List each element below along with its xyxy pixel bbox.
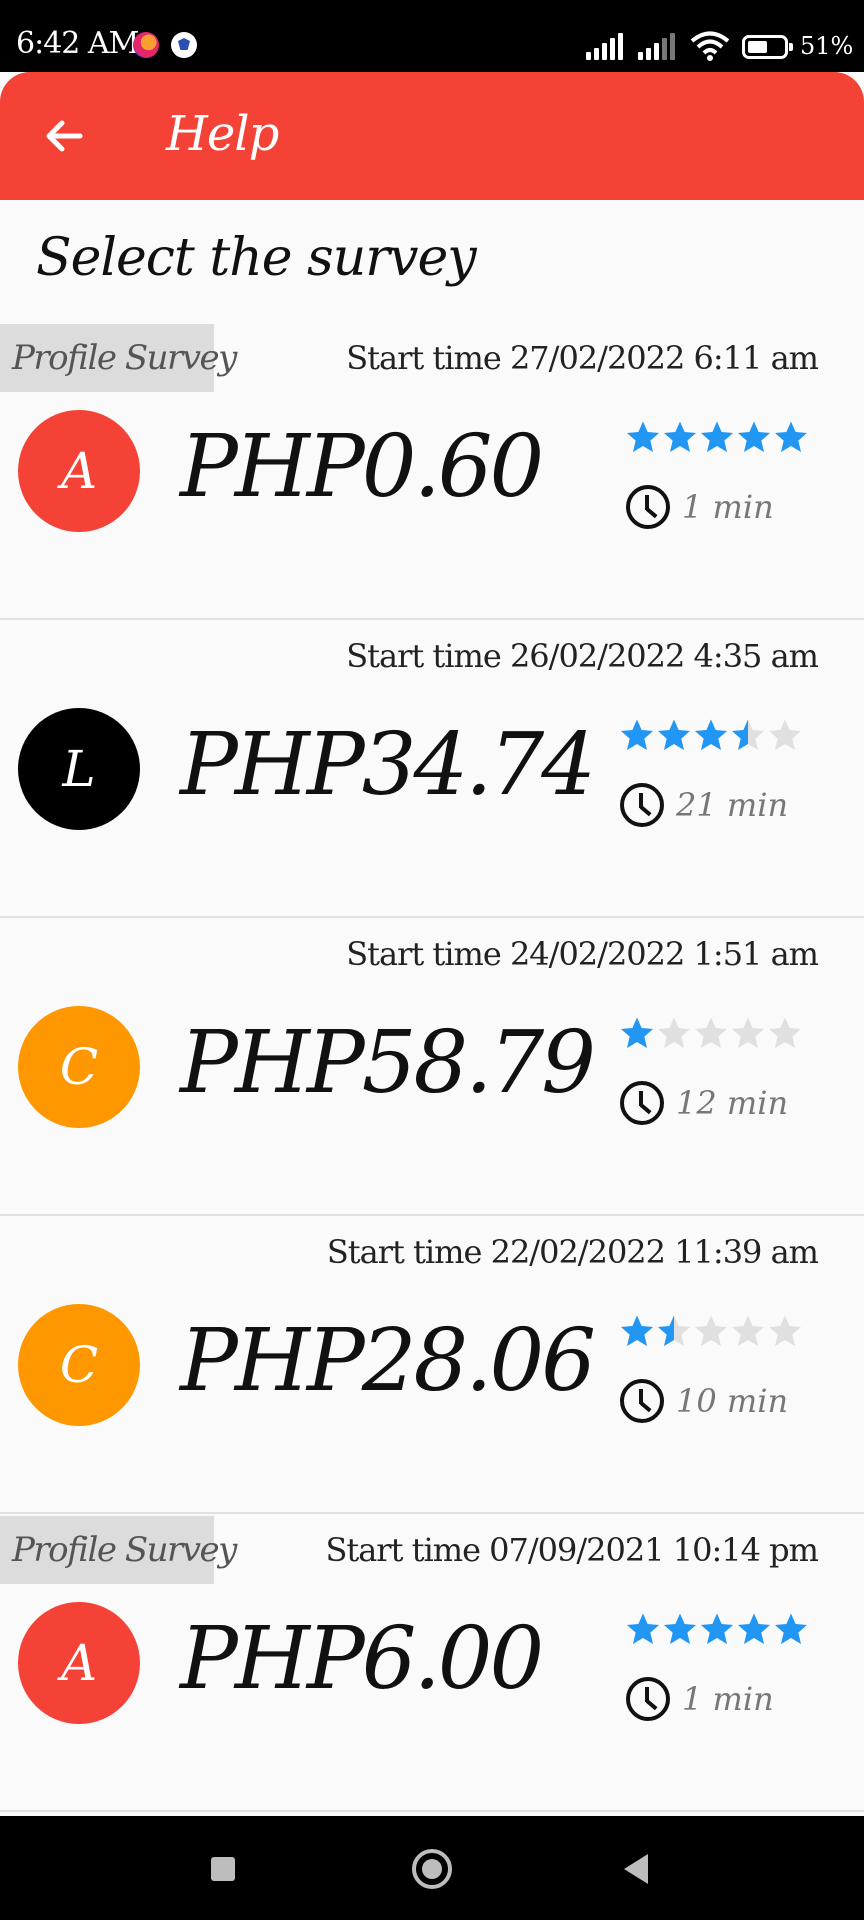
star-icon bbox=[620, 1314, 654, 1348]
start-time: Start time 07/09/2021 10:14 pm bbox=[325, 1531, 819, 1569]
duration-text: 1 min bbox=[682, 488, 774, 526]
star-icon bbox=[663, 1612, 697, 1646]
star-icon bbox=[774, 420, 808, 454]
star-icon bbox=[737, 420, 771, 454]
provider-avatar: A bbox=[18, 410, 140, 532]
reward-amount: PHP0.60 bbox=[180, 417, 544, 517]
survey-item[interactable]: Start time 24/02/2022 1:51 am C PHP58.79 bbox=[0, 918, 864, 1216]
star-icon bbox=[774, 1612, 808, 1646]
star-icon bbox=[694, 718, 728, 752]
duration-text: 12 min bbox=[676, 1084, 789, 1122]
survey-item[interactable]: Start time 26/02/2022 4:35 am L PHP34.74 bbox=[0, 620, 864, 918]
duration-text: 1 min bbox=[682, 1680, 774, 1718]
star-rating bbox=[620, 1016, 802, 1056]
star-icon bbox=[768, 1016, 802, 1050]
duration-text: 10 min bbox=[676, 1382, 789, 1420]
star-icon bbox=[657, 1314, 691, 1348]
star-icon bbox=[768, 1314, 802, 1348]
clock-icon bbox=[620, 1081, 664, 1125]
clock-icon bbox=[626, 485, 670, 529]
star-icon bbox=[620, 1016, 654, 1050]
star-rating bbox=[620, 1314, 802, 1354]
nav-back-button[interactable] bbox=[624, 1854, 648, 1884]
reward-amount: PHP58.79 bbox=[180, 1013, 596, 1113]
start-time: Start time 24/02/2022 1:51 am bbox=[346, 935, 819, 973]
star-icon bbox=[663, 420, 697, 454]
star-icon bbox=[694, 1314, 728, 1348]
firefox-icon bbox=[133, 32, 159, 58]
star-icon bbox=[731, 718, 765, 752]
provider-avatar: C bbox=[18, 1006, 140, 1128]
star-icon bbox=[731, 1314, 765, 1348]
recents-button[interactable] bbox=[211, 1857, 235, 1881]
back-arrow-icon[interactable] bbox=[40, 112, 88, 160]
star-icon bbox=[657, 718, 691, 752]
star-icon bbox=[620, 718, 654, 752]
reward-amount: PHP34.74 bbox=[180, 715, 596, 815]
status-bar: 6:42 AM 51% bbox=[0, 0, 864, 72]
provider-avatar: C bbox=[18, 1304, 140, 1426]
star-icon bbox=[768, 718, 802, 752]
clock-icon bbox=[626, 1677, 670, 1721]
star-icon bbox=[626, 420, 660, 454]
clock-icon bbox=[620, 783, 664, 827]
start-time: Start time 22/02/2022 11:39 am bbox=[326, 1233, 819, 1271]
start-time: Start time 27/02/2022 6:11 am bbox=[346, 339, 819, 377]
survey-item[interactable]: Start time 22/02/2022 11:39 am C PHP28.06 bbox=[0, 1216, 864, 1514]
status-time: 6:42 AM bbox=[16, 26, 139, 61]
star-icon bbox=[700, 420, 734, 454]
star-rating bbox=[626, 1612, 808, 1652]
app-bar: Help bbox=[0, 72, 864, 200]
provider-avatar: L bbox=[18, 708, 140, 830]
home-button[interactable] bbox=[412, 1849, 452, 1889]
survey-item[interactable]: Profile Survey Start time 07/09/2021 10:1… bbox=[0, 1514, 864, 1812]
vpn-shield-icon bbox=[171, 32, 197, 58]
battery-level: 51% bbox=[800, 32, 854, 60]
screen: 6:42 AM 51% Help Select the survey Profi… bbox=[0, 0, 864, 1920]
provider-avatar: A bbox=[18, 1602, 140, 1724]
reward-amount: PHP6.00 bbox=[180, 1609, 544, 1709]
star-rating bbox=[620, 718, 802, 758]
signal-icon bbox=[586, 32, 626, 60]
survey-item[interactable]: Profile Survey Start time 27/02/2022 6:11… bbox=[0, 322, 864, 620]
battery-icon bbox=[742, 35, 793, 59]
star-icon bbox=[694, 1016, 728, 1050]
page-title: Select the survey bbox=[36, 228, 477, 288]
star-icon bbox=[700, 1612, 734, 1646]
star-icon bbox=[657, 1016, 691, 1050]
star-icon bbox=[731, 1016, 765, 1050]
profile-survey-tag: Profile Survey bbox=[0, 324, 237, 392]
profile-survey-tag: Profile Survey bbox=[0, 1516, 237, 1584]
star-icon bbox=[737, 1612, 771, 1646]
star-rating bbox=[626, 420, 808, 460]
clock-icon bbox=[620, 1379, 664, 1423]
wifi-icon bbox=[690, 31, 730, 61]
navigation-bar bbox=[0, 1816, 864, 1920]
app-bar-title: Help bbox=[166, 106, 279, 162]
reward-amount: PHP28.06 bbox=[180, 1311, 596, 1411]
star-icon bbox=[626, 1612, 660, 1646]
start-time: Start time 26/02/2022 4:35 am bbox=[346, 637, 819, 675]
duration-text: 21 min bbox=[676, 786, 789, 824]
signal-secondary-icon bbox=[638, 32, 678, 60]
